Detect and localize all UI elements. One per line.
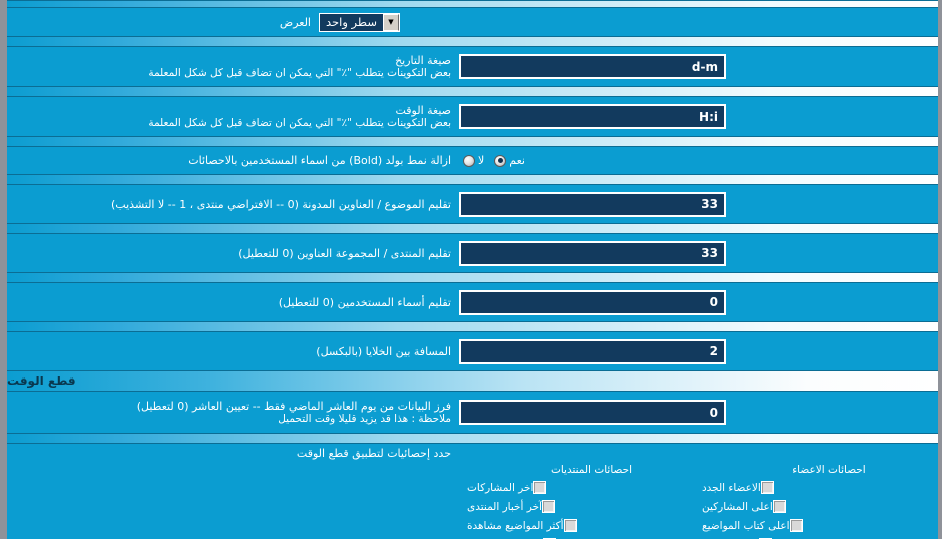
separator-8	[7, 433, 938, 444]
trim-topic-input[interactable]	[459, 191, 726, 217]
checkbox-item-new-members[interactable]: الاعضاء الجدد	[698, 478, 778, 497]
checkbox-item-top-thread-starters[interactable]: اعلى كتاب المواضيع	[698, 516, 807, 535]
checkbox-icon[interactable]	[533, 481, 547, 494]
time-format-input[interactable]	[459, 104, 726, 129]
checkbox-icon[interactable]	[789, 519, 803, 532]
time-format-label: صيغة الوقت	[395, 103, 451, 117]
trim-forum-input[interactable]	[459, 240, 726, 266]
separator-6	[7, 272, 938, 283]
row-trim-topic: تقليم الموضوع / العناوين المدونة (0 -- ا…	[7, 185, 938, 223]
row-cell-spacing: المسافة بين الخلايا (بالبكسل)	[7, 332, 938, 370]
checkbox-icon[interactable]	[772, 500, 786, 513]
row-remove-bold: نعم لا ازالة نمط بولد (Bold) من اسماء ال…	[7, 147, 938, 174]
checkbox-icon[interactable]	[563, 519, 577, 532]
apply-stats-label: حدد إحصائيات لتطبيق قطع الوقت	[296, 446, 451, 460]
checkbox-label: الاعضاء الجدد	[702, 481, 761, 494]
checkbox-item-top-referrers[interactable]: اعلى الداعين	[698, 535, 776, 539]
time-format-sublabel: بعض التكوينات يتطلب "٪" التي يمكن ان تضا…	[148, 116, 451, 129]
radio-yes-icon[interactable]	[494, 154, 507, 167]
row-trim-usernames: تقليم أسماء المستخدمين (0 للتعطيل)	[7, 283, 938, 321]
separator-2	[7, 86, 938, 97]
radio-no-label: لا	[478, 154, 485, 167]
row-time-format: صيغة الوقت بعض التكوينات يتطلب "٪" التي …	[7, 97, 938, 136]
cell-spacing-label: المسافة بين الخلايا (بالبكسل)	[316, 344, 451, 358]
trim-topic-control-cell	[459, 191, 938, 217]
row-sort-data: فرز البيانات من يوم العاشر الماضي فقط --…	[7, 392, 938, 433]
section-header-title: قطع الوقت	[7, 374, 76, 388]
trim-usernames-control-cell	[459, 289, 938, 315]
top-separator	[7, 0, 938, 8]
display-control-cell: ▼ سطر واحد	[319, 12, 938, 32]
checkbox-icon[interactable]	[760, 481, 774, 494]
separator-5	[7, 223, 938, 234]
cell-spacing-input[interactable]	[459, 338, 726, 364]
trim-topic-label: تقليم الموضوع / العناوين المدونة (0 -- ا…	[111, 197, 451, 211]
time-format-label-cell: صيغة الوقت بعض التكوينات يتطلب "٪" التي …	[7, 104, 459, 130]
row-display: ▼ سطر واحد العرض	[7, 8, 938, 36]
trim-usernames-label: تقليم أسماء المستخدمين (0 للتعطيل)	[278, 295, 451, 309]
checkbox-label: آخر أخبار المنتدى	[467, 500, 542, 513]
date-format-sublabel: بعض التكوينات يتطلب "٪" التي يمكن ان تضا…	[148, 66, 451, 79]
checkbox-column-forums-title: احصائات المنتديات	[550, 464, 633, 476]
section-header-time-cut: قطع الوقت	[7, 370, 938, 392]
display-label: العرض	[279, 15, 311, 29]
remove-bold-radio-group: نعم لا	[463, 154, 525, 167]
date-format-input[interactable]	[459, 54, 726, 79]
checkbox-column-members-title: احصائات الاعضاء	[792, 464, 866, 476]
chevron-down-icon[interactable]: ▼	[382, 13, 399, 31]
checkbox-label: أكثر المواضيع مشاهدة	[467, 519, 564, 532]
sort-data-label: فرز البيانات من يوم العاشر الماضي فقط --…	[136, 399, 451, 413]
radio-yes-label: نعم	[509, 154, 525, 167]
separator-3	[7, 136, 938, 147]
sort-data-sublabel: ملاحظة : هذا قد يزيد قليلا وقت التحميل	[278, 412, 451, 425]
sort-data-input[interactable]	[459, 400, 726, 425]
checkbox-column-members: احصائات الاعضاء الاعضاء الجدد اعلى المشا…	[698, 463, 938, 539]
date-format-control-cell	[459, 54, 938, 79]
checkbox-item-top-posters[interactable]: اعلى المشاركين	[698, 497, 790, 516]
remove-bold-option-no[interactable]: لا	[463, 154, 484, 167]
separator-7	[7, 321, 938, 332]
separator-4	[7, 174, 938, 185]
remove-bold-control-cell: نعم لا	[459, 154, 938, 167]
date-format-label: صيغة التاريخ	[395, 53, 451, 67]
trim-forum-label: تقليم المنتدى / المجموعة العناوين (0 للت…	[238, 246, 451, 260]
trim-forum-control-cell	[459, 240, 938, 266]
date-format-label-cell: صيغة التاريخ بعض التكوينات يتطلب "٪" الت…	[7, 54, 459, 80]
stats-checkbox-area: احصائات الاعضاء الاعضاء الجدد اعلى المشا…	[7, 462, 938, 539]
checkbox-item-latest-posts[interactable]: اخر المشاركات	[463, 478, 550, 497]
cell-spacing-control-cell	[459, 338, 938, 364]
row-date-format: صيغة التاريخ بعض التكوينات يتطلب "٪" الت…	[7, 47, 938, 86]
settings-page: ▼ سطر واحد العرض صيغة التاريخ بعض التكوي…	[0, 0, 942, 539]
radio-no-icon[interactable]	[463, 154, 475, 167]
remove-bold-option-yes[interactable]: نعم	[494, 154, 525, 167]
checkbox-label: اعلى كتاب المواضيع	[702, 519, 790, 532]
trim-usernames-input[interactable]	[459, 289, 726, 315]
sort-data-control-cell	[459, 400, 938, 425]
row-trim-forum: تقليم المنتدى / المجموعة العناوين (0 للت…	[7, 234, 938, 272]
remove-bold-label: ازالة نمط بولد (Bold) من اسماء المستخدمي…	[188, 154, 451, 167]
separator-1	[7, 36, 938, 47]
time-format-control-cell	[459, 104, 938, 129]
sort-data-label-cell: فرز البيانات من يوم العاشر الماضي فقط --…	[7, 400, 459, 426]
row-apply-stats-label: حدد إحصائيات لتطبيق قطع الوقت	[7, 444, 938, 462]
checkbox-label: اخر المشاركات	[467, 481, 534, 494]
checkbox-column-forums: احصائات المنتديات اخر المشاركات آخر أخبا…	[463, 463, 698, 539]
checkbox-icon[interactable]	[541, 500, 555, 513]
checkbox-item-most-viewed-threads[interactable]: أكثر المواضيع مشاهدة	[463, 516, 581, 535]
display-select-value: سطر واحد	[326, 15, 377, 29]
display-select[interactable]: ▼ سطر واحد	[319, 12, 400, 32]
checkbox-label: اعلى المشاركين	[702, 500, 773, 513]
checkbox-item-hot-threads[interactable]: المواضيع الساخنة	[463, 535, 560, 539]
checkbox-item-latest-forum-news[interactable]: آخر أخبار المنتدى	[463, 497, 559, 516]
